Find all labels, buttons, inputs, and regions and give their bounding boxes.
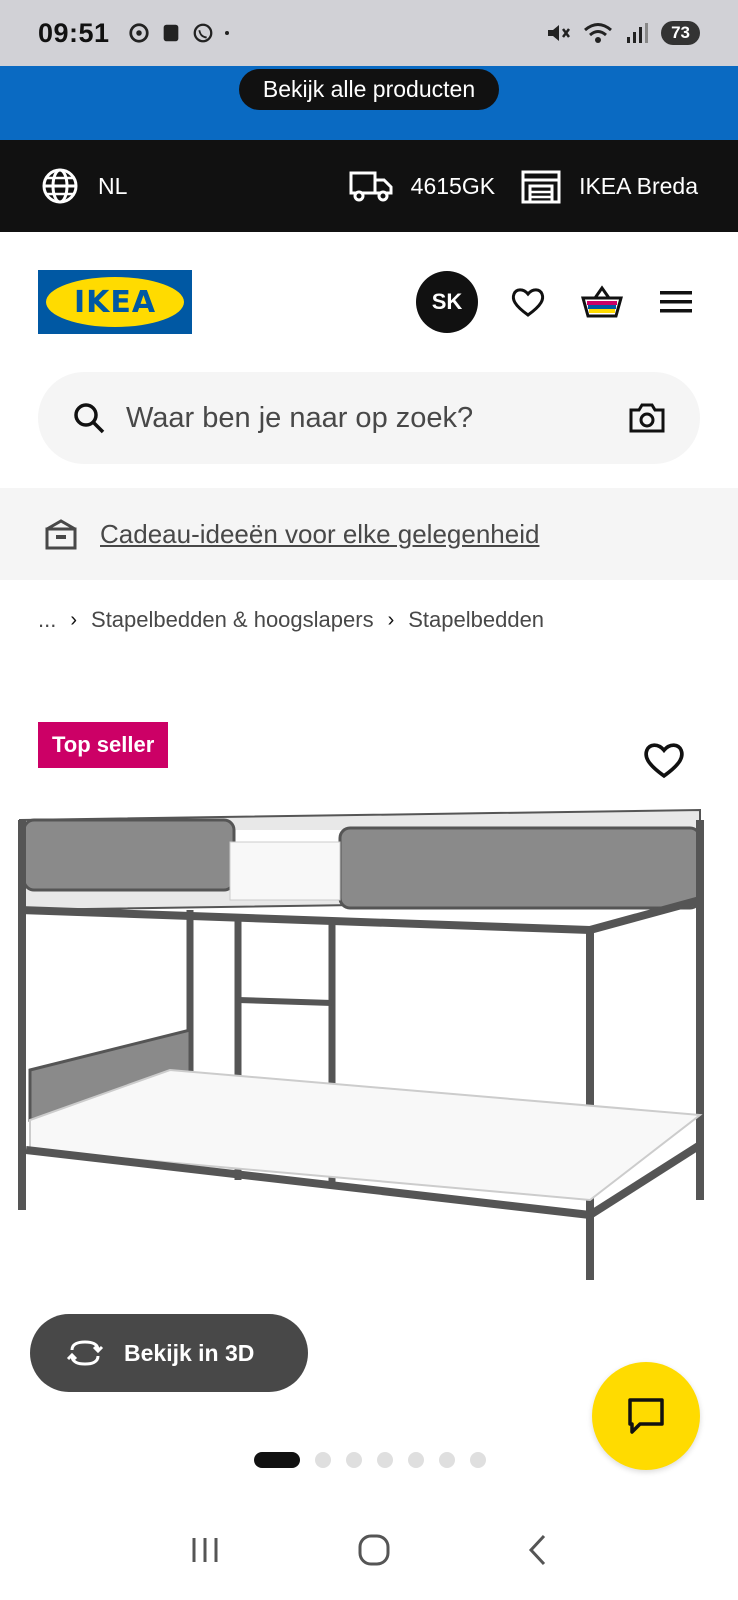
- chat-button[interactable]: [592, 1362, 700, 1470]
- ikea-logo[interactable]: IKEA: [38, 270, 192, 334]
- store-selector[interactable]: IKEA Breda: [521, 168, 698, 204]
- gift-box-icon: [45, 519, 77, 550]
- gift-ideas-bar: Cadeau-ideeën voor elke gelegenheid: [0, 488, 738, 580]
- search-input[interactable]: Waar ben je naar op zoek?: [126, 402, 473, 435]
- view-in-3d-label: Bekijk in 3D: [124, 1339, 255, 1366]
- globe-icon: [42, 168, 78, 204]
- view-all-products-button[interactable]: Bekijk alle producten: [238, 69, 500, 110]
- gift-ideas-link[interactable]: Cadeau-ideeën voor elke gelegenheid: [100, 519, 539, 550]
- hamburger-menu-icon: [660, 291, 692, 313]
- carousel-dot[interactable]: [470, 1452, 486, 1468]
- heart-icon: [511, 288, 545, 317]
- wishlist-button[interactable]: [504, 278, 552, 326]
- home-icon[interactable]: [357, 1533, 391, 1567]
- header: IKEA SK: [0, 232, 738, 372]
- bunk-bed-product-image[interactable]: [10, 800, 730, 1300]
- search-bar[interactable]: Waar ben je naar op zoek?: [38, 372, 700, 464]
- app-icon: [163, 24, 178, 42]
- language-selector[interactable]: NL: [40, 166, 127, 206]
- store-icon: [521, 170, 561, 204]
- carousel-dot[interactable]: [315, 1452, 331, 1468]
- product-gallery: Top seller Bekijk in 3D: [0, 700, 738, 1470]
- system-nav-bar: [0, 1500, 738, 1600]
- breadcrumb: ... › Stapelbedden & hoogslapers › Stape…: [38, 600, 544, 640]
- camera-search-icon[interactable]: [628, 402, 666, 434]
- logo-text: IKEA: [73, 284, 157, 320]
- top-seller-badge: Top seller: [38, 722, 169, 768]
- carousel-dot[interactable]: [377, 1452, 393, 1468]
- chevron-right-icon: ›: [70, 608, 78, 631]
- wifi-icon: [584, 23, 613, 43]
- status-bar: 09:51 73: [0, 0, 738, 66]
- breadcrumb-ellipsis[interactable]: ...: [38, 607, 56, 633]
- signal-icon: [627, 23, 649, 43]
- add-to-wishlist-heart-icon[interactable]: [642, 738, 686, 782]
- view-in-3d-button[interactable]: Bekijk in 3D: [30, 1314, 308, 1392]
- carousel-dot[interactable]: [439, 1452, 455, 1468]
- account-avatar[interactable]: SK: [416, 271, 478, 333]
- chat-bubble-icon: [628, 1398, 664, 1434]
- locale-bar: NL 4615GK IKEA Breda: [0, 140, 738, 232]
- carousel-dot[interactable]: [346, 1452, 362, 1468]
- promo-banner: Bekijk alle producten: [0, 66, 738, 140]
- language-label: NL: [98, 172, 128, 199]
- breadcrumb-item-stapelbedden-hoogslapers[interactable]: Stapelbedden & hoogslapers: [91, 607, 374, 633]
- back-icon[interactable]: [526, 1533, 550, 1567]
- carousel-pagination: [254, 1452, 486, 1468]
- search-icon: [74, 403, 105, 434]
- breadcrumb-item-stapelbedden[interactable]: Stapelbedden: [408, 607, 544, 633]
- battery-indicator: 73: [661, 21, 700, 45]
- rotate-3d-icon: [66, 1340, 104, 1366]
- status-time: 09:51: [38, 17, 110, 48]
- recent-apps-icon[interactable]: [188, 1535, 222, 1565]
- store-label: IKEA Breda: [579, 172, 698, 199]
- postcode-label: 4615GK: [410, 172, 496, 199]
- postcode-selector[interactable]: 4615GK: [349, 169, 495, 203]
- carousel-dot[interactable]: [408, 1452, 424, 1468]
- cart-button[interactable]: [578, 278, 626, 326]
- notification-icons: [128, 22, 236, 44]
- menu-button[interactable]: [652, 278, 700, 326]
- whatsapp-icon: [193, 23, 212, 43]
- carousel-dot-active[interactable]: [254, 1452, 300, 1468]
- mute-icon: [548, 25, 571, 41]
- system-icons: 73: [545, 21, 700, 45]
- shopping-bag-icon: [581, 285, 623, 318]
- dot-icon: [224, 31, 229, 35]
- chrome-icon: [128, 23, 149, 43]
- chevron-right-icon: ›: [387, 608, 395, 631]
- delivery-truck-icon: [349, 171, 393, 202]
